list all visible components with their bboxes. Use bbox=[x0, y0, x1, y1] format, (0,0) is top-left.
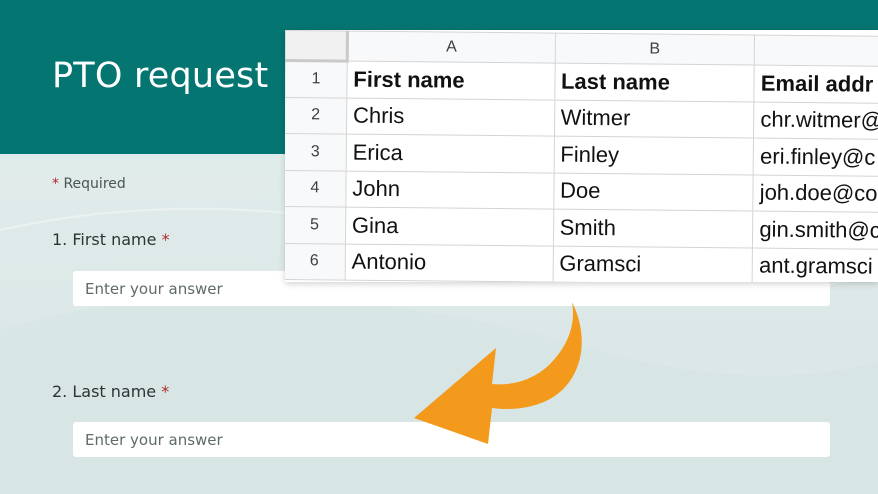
cell[interactable]: Last name bbox=[554, 63, 755, 102]
cell[interactable]: Erica bbox=[345, 134, 555, 173]
cell[interactable]: ant.gramsci bbox=[752, 247, 878, 282]
curved-arrow-icon bbox=[414, 302, 582, 444]
question-1-required-star: * bbox=[161, 230, 170, 249]
cell[interactable]: John bbox=[345, 170, 554, 210]
sheet-corner[interactable] bbox=[285, 30, 348, 62]
cell[interactable]: gin.smith@c bbox=[752, 211, 878, 250]
column-header-c[interactable] bbox=[754, 35, 878, 68]
cell[interactable]: Witmer bbox=[554, 99, 755, 139]
cell[interactable]: First name bbox=[346, 61, 555, 100]
required-text: Required bbox=[63, 176, 126, 192]
cell[interactable]: Antonio bbox=[344, 243, 553, 282]
row-header[interactable]: 5 bbox=[285, 206, 346, 244]
cell[interactable]: eri.finley@c bbox=[753, 138, 878, 177]
spreadsheet-overlay: A B 1 First name Last name Email addr 2 … bbox=[285, 30, 878, 282]
row-header[interactable]: 1 bbox=[285, 60, 348, 98]
spreadsheet-table: A B 1 First name Last name Email addr 2 … bbox=[285, 30, 878, 282]
cell[interactable]: Gina bbox=[345, 207, 554, 246]
row-header[interactable]: 6 bbox=[285, 242, 346, 281]
cell[interactable]: Email addr bbox=[754, 65, 878, 104]
cell[interactable]: Finley bbox=[553, 136, 754, 175]
cell[interactable]: Gramsci bbox=[552, 245, 753, 282]
cell[interactable]: Smith bbox=[552, 209, 754, 248]
question-2-label: 2. Last name * bbox=[52, 382, 169, 401]
cell[interactable]: chr.witmer@ bbox=[753, 101, 878, 141]
row-header[interactable]: 4 bbox=[285, 169, 346, 208]
row-header[interactable]: 3 bbox=[285, 133, 347, 171]
required-note: * Required bbox=[52, 176, 126, 192]
required-star: * bbox=[52, 176, 59, 192]
column-header-a[interactable]: A bbox=[347, 31, 556, 64]
question-1-label: 1. First name * bbox=[52, 230, 170, 249]
row-header[interactable]: 2 bbox=[285, 97, 347, 135]
table-row: 6 Antonio Gramsci ant.gramsci bbox=[285, 242, 878, 282]
question-2-required-star: * bbox=[161, 382, 170, 401]
cell[interactable]: joh.doe@co bbox=[753, 174, 878, 214]
form-title: PTO request bbox=[52, 56, 269, 96]
question-1-text: 1. First name bbox=[52, 230, 157, 249]
cell[interactable]: Doe bbox=[553, 172, 754, 212]
question-2-text: 2. Last name bbox=[52, 382, 157, 401]
column-header-b[interactable]: B bbox=[554, 33, 755, 66]
cell[interactable]: Chris bbox=[346, 97, 555, 137]
